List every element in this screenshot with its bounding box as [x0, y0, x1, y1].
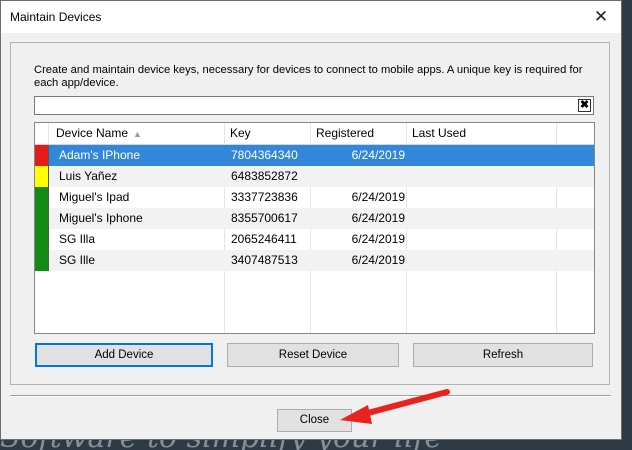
separator-line — [10, 395, 611, 397]
window-close-icon[interactable]: ✕ — [587, 7, 615, 27]
registered-cell: 6/24/2019 — [351, 232, 405, 246]
column-label-last-used: Last Used — [412, 126, 467, 140]
description-text: Create and maintain device keys, necessa… — [34, 64, 583, 89]
column-header-last-used[interactable]: Last Used — [407, 123, 557, 144]
status-marker — [35, 250, 49, 271]
sort-ascending-icon: ▲ — [133, 129, 142, 139]
header-marker-cell — [35, 123, 49, 144]
table-row[interactable]: Miguel's Ipad 3337723836 6/24/2019 — [35, 187, 594, 208]
last-used-cell — [413, 250, 553, 271]
column-label-registered: Registered — [316, 126, 375, 140]
column-header-device-name[interactable]: Device Name ▲ — [49, 123, 225, 144]
registered-cell — [311, 166, 405, 187]
title-bar: Maintain Devices ✕ — [1, 1, 621, 33]
reset-device-button[interactable]: Reset Device — [227, 343, 399, 367]
status-marker — [35, 166, 49, 187]
device-name-cell: SG Illa — [59, 232, 96, 246]
refresh-button[interactable]: Refresh — [413, 343, 593, 367]
status-marker — [35, 145, 49, 166]
table-header: Device Name ▲ Key Registered Last Used — [35, 123, 594, 145]
key-cell: 3407487513 — [231, 253, 298, 267]
key-cell: 8355700617 — [231, 211, 298, 225]
key-cell: 2065246411 — [231, 232, 297, 246]
last-used-cell — [413, 208, 553, 229]
table-row[interactable]: Luis Yañez 6483852872 — [35, 166, 594, 187]
registered-cell: 6/24/2019 — [351, 148, 405, 162]
status-marker — [35, 229, 49, 250]
key-cell: 7804364340 — [231, 148, 298, 162]
last-used-cell — [413, 166, 553, 187]
registered-cell: 6/24/2019 — [351, 190, 405, 204]
add-device-button[interactable]: Add Device — [35, 343, 213, 367]
last-used-cell — [413, 145, 553, 166]
table-row[interactable]: SG Ille 3407487513 6/24/2019 — [35, 250, 594, 271]
registered-cell: 6/24/2019 — [351, 211, 405, 225]
device-name-cell: Adam's IPhone — [59, 148, 141, 162]
device-name-cell: Miguel's Iphone — [59, 211, 143, 225]
table-row[interactable]: Miguel's Iphone 8355700617 6/24/2019 — [35, 208, 594, 229]
key-cell: 3337723836 — [231, 190, 298, 204]
device-name-cell: SG Ille — [59, 253, 96, 267]
table-row[interactable]: SG Illa 2065246411 6/24/2019 — [35, 229, 594, 250]
close-button[interactable]: Close — [277, 409, 352, 432]
device-name-cell: Miguel's Ipad — [59, 190, 130, 204]
filter-clear-icon[interactable]: ✖ — [578, 99, 591, 112]
status-marker — [35, 187, 49, 208]
devices-table: Device Name ▲ Key Registered Last Used Ad… — [34, 122, 595, 334]
last-used-cell — [413, 187, 553, 208]
last-used-cell — [413, 229, 553, 250]
maintain-devices-dialog: Maintain Devices ✕ Create and maintain d… — [0, 0, 622, 440]
key-cell: 6483852872 — [231, 169, 298, 183]
table-row[interactable]: Adam's IPhone 7804364340 6/24/2019 — [35, 145, 594, 166]
column-header-key[interactable]: Key — [225, 123, 311, 144]
filter-input[interactable]: ✖ — [34, 96, 594, 115]
column-label-key: Key — [230, 126, 251, 140]
column-header-registered[interactable]: Registered — [311, 123, 407, 144]
window-title: Maintain Devices — [10, 10, 102, 24]
registered-cell: 6/24/2019 — [351, 253, 405, 267]
status-marker — [35, 208, 49, 229]
device-name-cell: Luis Yañez — [59, 169, 118, 183]
column-label-device-name: Device Name — [56, 126, 129, 140]
